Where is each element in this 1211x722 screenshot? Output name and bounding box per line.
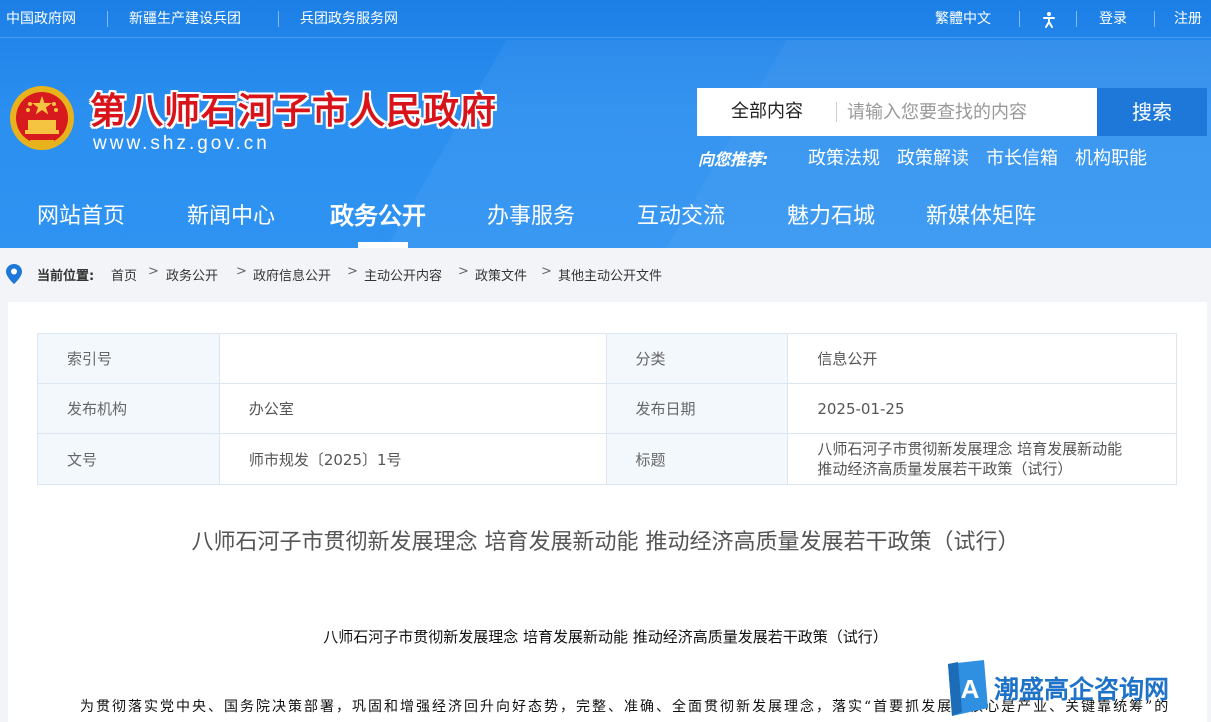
top-link-bingtuan[interactable]: 新疆生产建设兵团: [129, 0, 241, 38]
category-value: 信息公开: [787, 333, 1177, 384]
breadcrumb-active-disclosure[interactable]: 主动公开内容: [364, 265, 442, 284]
top-divider: [107, 11, 108, 27]
nav-news[interactable]: 新闻中心: [187, 198, 275, 230]
register-link[interactable]: 注册: [1174, 0, 1202, 38]
search-box: 全部内容 搜索: [697, 88, 1207, 136]
breadcrumb-info-disclosure[interactable]: 政府信息公开: [253, 265, 331, 284]
nav-home[interactable]: 网站首页: [37, 198, 125, 230]
nav-government-affairs[interactable]: 政务公开: [330, 196, 426, 231]
watermark-text: 潮盛高企咨询网: [994, 675, 1170, 704]
title-label: 标题: [605, 433, 789, 485]
traditional-chinese-link[interactable]: 繁體中文: [935, 0, 991, 38]
index-number-value: [218, 333, 607, 384]
breadcrumb-label: 当前位置:: [37, 269, 95, 284]
recommend-link-policy[interactable]: 政策法规: [808, 144, 880, 170]
watermark-logo-letter: A: [961, 674, 980, 704]
site-title[interactable]: 第八师石河子市人民政府: [90, 82, 497, 134]
breadcrumb-separator: >: [541, 264, 552, 279]
breadcrumb-other-documents[interactable]: 其他主动公开文件: [558, 265, 662, 284]
site-url: www.shz.gov.cn: [93, 133, 270, 154]
login-link[interactable]: 登录: [1099, 0, 1127, 38]
article-inner-title: 八师石河子市贯彻新发展理念 培育发展新动能 推动经济高质量发展若干政策（试行）: [323, 628, 888, 646]
document-number-label: 文号: [37, 433, 220, 485]
site-header: 中国政府网 新疆生产建设兵团 兵团政务服务网 繁體中文 登录 注册 第八师石河子…: [0, 0, 1211, 248]
search-scope-select[interactable]: 全部内容: [697, 88, 837, 136]
nav-services[interactable]: 办事服务: [487, 198, 575, 230]
breadcrumb-separator: >: [458, 264, 469, 279]
top-divider: [1154, 11, 1155, 27]
table-row: 发布机构 办公室 发布日期 2025-01-25: [37, 383, 1177, 434]
title-value-line: 推动经济高质量发展若干政策（试行）: [817, 460, 1073, 478]
breadcrumb-policy-documents[interactable]: 政策文件: [475, 265, 527, 284]
nav-new-media[interactable]: 新媒体矩阵: [926, 198, 1036, 230]
location-pin-icon: [6, 264, 22, 284]
top-divider: [278, 11, 279, 27]
top-link-gov-cn[interactable]: 中国政府网: [6, 0, 76, 38]
nav-interaction[interactable]: 互动交流: [637, 198, 725, 230]
top-divider: [1076, 11, 1077, 27]
publisher-value: 办公室: [218, 383, 607, 434]
title-value: 八师石河子市贯彻新发展理念 培育发展新动能 推动经济高质量发展若干政策（试行）: [787, 433, 1177, 485]
main-nav: 网站首页 新闻中心 政务公开 办事服务 互动交流 魅力石城 新媒体矩阵: [0, 188, 1211, 248]
publish-date-label: 发布日期: [605, 383, 789, 434]
publisher-label: 发布机构: [37, 383, 220, 434]
table-row: 索引号 分类 信息公开: [37, 333, 1177, 384]
breadcrumb-separator: >: [148, 264, 159, 279]
top-divider: [1019, 11, 1020, 27]
accessibility-icon[interactable]: [1040, 1, 1058, 39]
recommend-link-mayor-mailbox[interactable]: 市长信箱: [986, 144, 1058, 170]
recommend-link-interpretation[interactable]: 政策解读: [897, 144, 969, 170]
document-number-value: 师市规发〔2025〕1号: [218, 433, 607, 485]
watermark: A 潮盛高企咨询网: [944, 660, 1169, 716]
breadcrumb-home[interactable]: 首页: [111, 265, 137, 284]
top-bar: 中国政府网 新疆生产建设兵团 兵团政务服务网 繁體中文 登录 注册: [0, 0, 1211, 38]
nav-active-indicator: [358, 242, 408, 248]
national-emblem-icon: [10, 86, 74, 150]
search-input[interactable]: [847, 96, 1087, 128]
nav-charm-city[interactable]: 魅力石城: [787, 198, 875, 230]
recommend-label: 向您推荐:: [698, 150, 769, 169]
watermark-logo-icon: A: [948, 660, 988, 716]
top-link-service[interactable]: 兵团政务服务网: [300, 0, 398, 38]
index-number-label: 索引号: [37, 333, 220, 384]
recommend-link-functions[interactable]: 机构职能: [1075, 144, 1147, 170]
article-title: 八师石河子市贯彻新发展理念 培育发展新动能 推动经济高质量发展若干政策（试行）: [191, 530, 1020, 555]
table-row: 文号 师市规发〔2025〕1号 标题 八师石河子市贯彻新发展理念 培育发展新动能…: [37, 433, 1177, 485]
breadcrumb-separator: >: [236, 264, 247, 279]
search-button[interactable]: 搜索: [1097, 88, 1207, 136]
document-metadata-table: 索引号 分类 信息公开 发布机构 办公室 发布日期 2025-01-25 文号 …: [37, 333, 1177, 485]
breadcrumb-government-affairs[interactable]: 政务公开: [166, 265, 218, 284]
breadcrumb-separator: >: [347, 264, 358, 279]
search-divider: [836, 102, 837, 122]
publish-date-value: 2025-01-25: [787, 383, 1177, 434]
category-label: 分类: [605, 333, 789, 384]
title-value-line: 八师石河子市贯彻新发展理念 培育发展新动能: [817, 440, 1123, 458]
